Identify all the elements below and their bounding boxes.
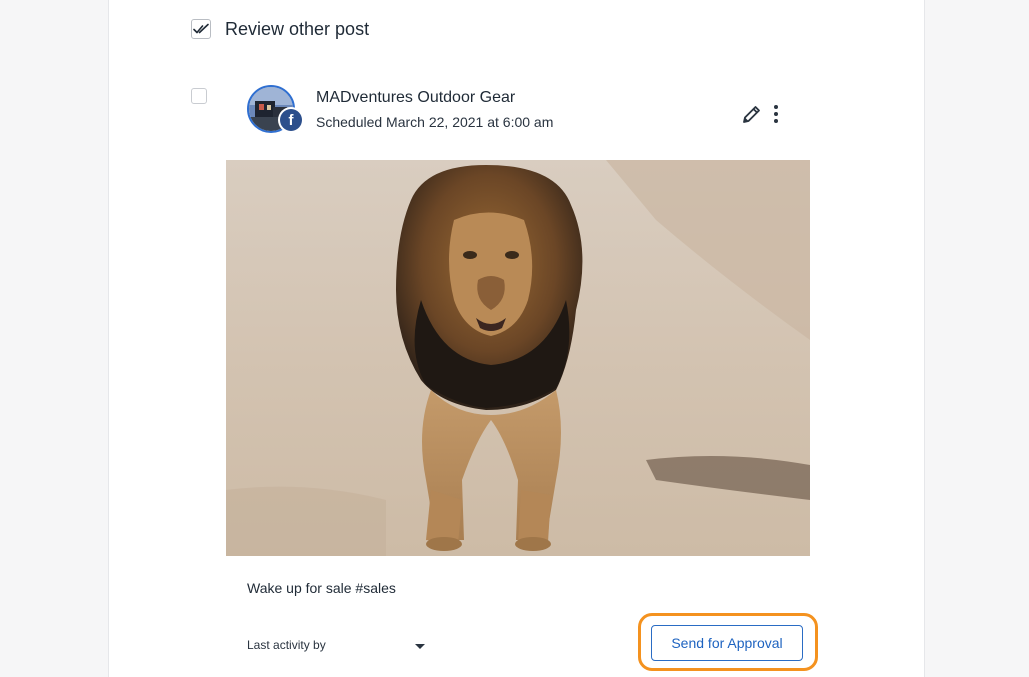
post-caption: Wake up for sale #sales bbox=[247, 580, 396, 596]
account-avatar: f bbox=[247, 85, 304, 133]
schedule-text: Scheduled March 22, 2021 at 6:00 am bbox=[316, 114, 554, 130]
post-review-card: Review other post f MADventures Outdoor … bbox=[108, 0, 925, 677]
account-name: MADventures Outdoor Gear bbox=[316, 89, 516, 106]
section-title: Review other post bbox=[225, 18, 370, 39]
section-header: Review other post bbox=[191, 17, 369, 41]
send-for-approval-button[interactable]: Send for Approval bbox=[651, 625, 803, 661]
caret-down-icon[interactable] bbox=[409, 638, 431, 654]
vertical-ellipsis-icon[interactable] bbox=[768, 102, 784, 126]
double-check-icon bbox=[193, 23, 209, 34]
last-activity-label: Last activity by bbox=[247, 638, 326, 652]
post-select-checkbox[interactable] bbox=[191, 88, 207, 104]
section-select-checkbox[interactable] bbox=[191, 19, 211, 39]
pencil-icon[interactable] bbox=[741, 103, 763, 125]
post-image bbox=[226, 160, 810, 556]
facebook-icon: f bbox=[278, 107, 304, 133]
